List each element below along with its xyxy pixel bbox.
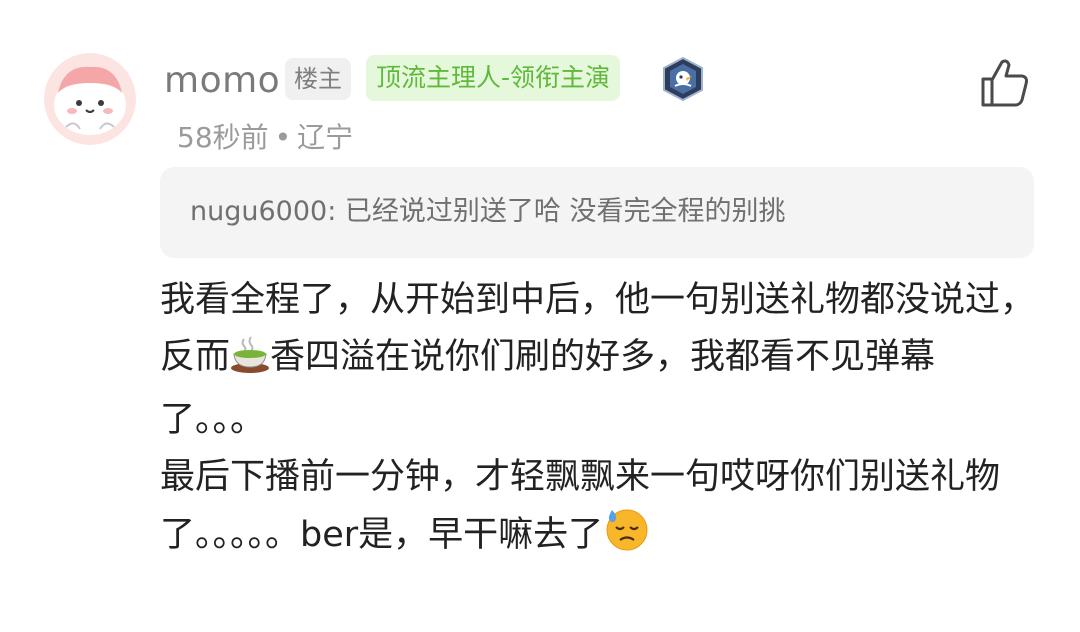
like-button[interactable]	[978, 56, 1032, 110]
level-badge-icon[interactable]	[660, 56, 706, 102]
meta-separator: •	[274, 121, 292, 154]
comment-paragraph: 最后下播前一分钟，才轻飘飘来一句哎呀你们别送礼物了。。。。。ber是，早干嘛去了	[160, 449, 1040, 570]
avatar[interactable]	[44, 53, 136, 145]
comment-paragraph: 我看全程了，从开始到中后，他一句别送礼物都没说过，反而 香四溢在说你们刷的好多，…	[160, 272, 1040, 449]
username[interactable]: momo	[164, 58, 280, 104]
comment-text-part: 香四溢在说你们刷的好多，我都看不见弹幕了。。。	[160, 337, 936, 440]
host-badge: 楼主	[285, 58, 351, 100]
comment-body: 我看全程了，从开始到中后，他一句别送礼物都没说过，反而 香四溢在说你们刷的好多，…	[160, 272, 1040, 570]
tea-cup-emoji-icon	[230, 335, 270, 392]
comment-time: 58秒前	[177, 121, 269, 154]
quoted-reply[interactable]: nugu6000: 已经说过别送了哈 没看完全程的别挑	[160, 167, 1034, 258]
comment-location: 辽宁	[297, 121, 354, 154]
downcast-face-with-sweat-emoji-icon	[603, 506, 649, 570]
quoted-reply-text: nugu6000: 已经说过别送了哈 没看完全程的别挑	[190, 196, 786, 227]
thumbs-up-icon	[981, 59, 1028, 107]
comment-meta: 58秒前 • 辽宁	[177, 118, 353, 158]
comment-text-part: 最后下播前一分钟，才轻飘飘来一句哎呀你们别送礼物了。。。。。ber是，早干嘛去了	[160, 457, 1001, 555]
fan-title-badge[interactable]: 顶流主理人-领衔主演	[366, 55, 621, 101]
pink-cartoon-avatar-icon	[44, 53, 136, 145]
